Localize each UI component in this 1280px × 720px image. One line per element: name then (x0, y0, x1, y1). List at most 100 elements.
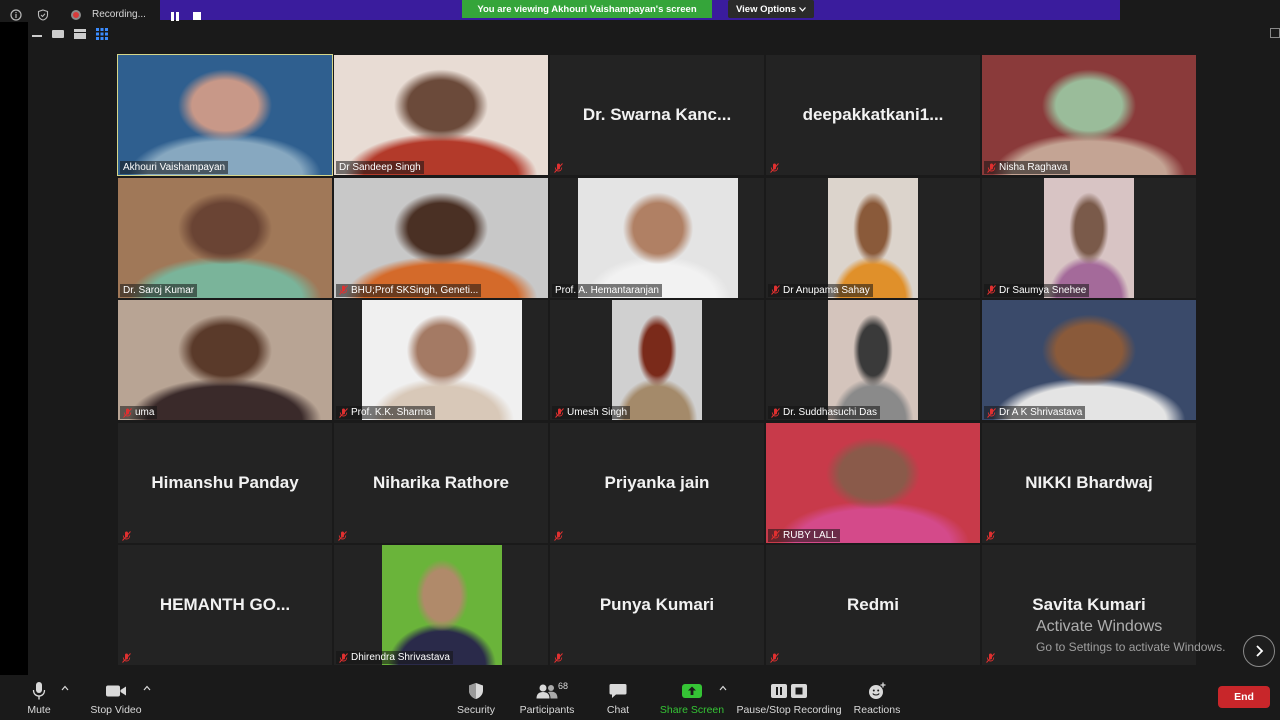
muted-microphone-icon (987, 162, 996, 173)
share-options-caret-icon[interactable] (719, 685, 727, 691)
muted-microphone-icon (986, 530, 995, 541)
exit-fullscreen-icon[interactable] (1270, 28, 1280, 38)
participant-name: Dr Sandeep Singh (339, 162, 421, 173)
pause-stop-recording-label: Pause/Stop Recording (736, 704, 842, 716)
participant-video (1044, 177, 1134, 298)
participant-tile[interactable]: Prof. A. Hemantaranjan (550, 177, 764, 298)
end-meeting-button[interactable]: End (1218, 686, 1270, 708)
participant-video (334, 177, 548, 298)
participant-name-label: Nisha Raghava (984, 161, 1071, 174)
participant-tile[interactable]: Dr A K Shrivastava (982, 300, 1196, 420)
participant-name-label: uma (120, 406, 158, 419)
participant-name: Dr A K Shrivastava (999, 407, 1083, 418)
mute-button[interactable]: Mute (20, 675, 58, 720)
meeting-toolbar: Mute Stop Video Security 68 Participants (0, 675, 1280, 720)
video-options-caret-icon[interactable] (143, 685, 151, 691)
microphone-icon (32, 682, 46, 700)
activate-windows-subtitle: Go to Settings to activate Windows. (1036, 640, 1226, 654)
reactions-button[interactable]: Reactions (853, 675, 901, 720)
participant-name: Dr. Suddhasuchi Das (783, 407, 877, 418)
participant-tile[interactable]: Dr Saumya Snehee (982, 177, 1196, 298)
participants-button[interactable]: 68 Participants (517, 675, 577, 720)
muted-microphone-icon (987, 407, 996, 418)
participant-tile[interactable]: Priyanka jain (550, 422, 764, 543)
chat-bubble-icon (609, 684, 627, 698)
recording-label: Recording... (92, 9, 146, 20)
minimize-icon[interactable] (32, 31, 42, 37)
participant-tile[interactable]: Dr. Swarna Kanc... (550, 55, 764, 175)
smiley-icon (869, 682, 886, 699)
muted-microphone-icon (554, 530, 563, 541)
participant-tile[interactable]: Niharika Rathore (334, 422, 548, 543)
participant-video (982, 55, 1196, 175)
participant-name: Umesh Singh (567, 407, 628, 418)
participant-tile[interactable]: Dr Anupama Sahay (766, 177, 980, 298)
thumbnail-view-icon[interactable] (52, 30, 64, 38)
participant-tile[interactable]: Dhirendra Shrivastava (334, 545, 548, 665)
participant-tile[interactable]: BHU;Prof SKSingh, Geneti... (334, 177, 548, 298)
pause-recording-icon[interactable] (170, 12, 180, 21)
participant-name: Dr. Saroj Kumar (123, 284, 195, 296)
participant-name: uma (135, 407, 155, 418)
participants-label: Participants (519, 704, 575, 716)
participant-video (578, 177, 738, 298)
audio-options-caret-icon[interactable] (61, 685, 69, 691)
participant-tile[interactable]: uma (118, 300, 332, 420)
participant-tile[interactable]: Nisha Raghava (982, 55, 1196, 175)
participant-name-label: Dhirendra Shrivastava (336, 651, 453, 664)
share-screen-button[interactable]: Share Screen (660, 675, 724, 720)
participant-video (828, 177, 918, 298)
muted-microphone-icon (771, 530, 780, 540)
chat-button[interactable]: Chat (602, 675, 634, 720)
participant-name: Dhirendra Shrivastava (351, 652, 450, 663)
muted-microphone-icon (122, 653, 131, 663)
participants-icon (536, 684, 558, 699)
participant-name-label: Akhouri Vaishampayan (120, 161, 229, 174)
speaker-view-icon[interactable] (74, 29, 86, 39)
info-icon[interactable] (10, 9, 22, 21)
gallery-view-icon[interactable] (96, 28, 108, 40)
participant-tile[interactable]: Dr. Suddhasuchi Das (766, 300, 980, 420)
participant-tile[interactable]: NIKKI Bhardwaj (982, 422, 1196, 543)
participant-tile[interactable]: Dr. Saroj Kumar (118, 177, 332, 298)
viewing-screen-banner: You are viewing Akhouri Vaishampayan's s… (462, 0, 712, 18)
participant-name: Niharika Rathore (372, 472, 510, 492)
participant-tile[interactable]: RUBY LALL (766, 422, 980, 543)
pause-stop-recording-icon (771, 684, 807, 698)
muted-microphone-icon (555, 407, 564, 418)
muted-microphone-icon (770, 653, 779, 663)
participant-name: Nisha Raghava (999, 162, 1068, 173)
participants-grid: Akhouri Vaishampayan Dr Sandeep Singh Dr. … (117, 54, 1198, 666)
security-label: Security (457, 704, 495, 716)
stop-recording-icon[interactable] (193, 12, 201, 20)
participant-name: Punya Kumari (599, 595, 715, 614)
participant-tile[interactable]: Himanshu Panday (118, 422, 332, 543)
participant-tile[interactable]: deepakkatkani1... (766, 55, 980, 175)
chevron-down-icon (799, 6, 806, 12)
participant-tile[interactable]: Umesh Singh (550, 300, 764, 420)
view-options-button[interactable]: View Options (728, 0, 814, 18)
next-page-button[interactable] (1243, 635, 1275, 667)
participant-name-label: Prof. A. Hemantaranjan (552, 283, 662, 297)
participant-tile[interactable]: Punya Kumari (550, 545, 764, 665)
participant-video (118, 177, 332, 298)
participant-name-label: Dr Anupama Sahay (768, 283, 873, 297)
mute-label: Mute (27, 704, 51, 716)
stop-video-button[interactable]: Stop Video (86, 675, 146, 720)
share-screen-label: Share Screen (659, 704, 725, 716)
participant-video (766, 422, 980, 543)
pause-stop-recording-button[interactable]: Pause/Stop Recording (736, 675, 842, 720)
muted-microphone-icon (123, 407, 132, 418)
share-screen-icon (682, 684, 702, 698)
top-bar: Recording... You are viewing Akhouri Vai… (0, 0, 1280, 22)
encryption-shield-icon[interactable] (37, 9, 49, 21)
reactions-label: Reactions (853, 704, 901, 716)
participant-tile[interactable]: Prof. K.K. Sharma (334, 300, 548, 420)
security-button[interactable]: Security (454, 675, 498, 720)
participant-tile[interactable]: Dr Sandeep Singh (334, 55, 548, 175)
participant-tile[interactable]: Redmi (766, 545, 980, 665)
participant-name-label: Dr A K Shrivastava (984, 406, 1086, 419)
participant-tile[interactable]: HEMANTH GO... (118, 545, 332, 665)
participant-tile[interactable]: Akhouri Vaishampayan (117, 54, 333, 176)
participant-name: HEMANTH GO... (159, 595, 291, 614)
